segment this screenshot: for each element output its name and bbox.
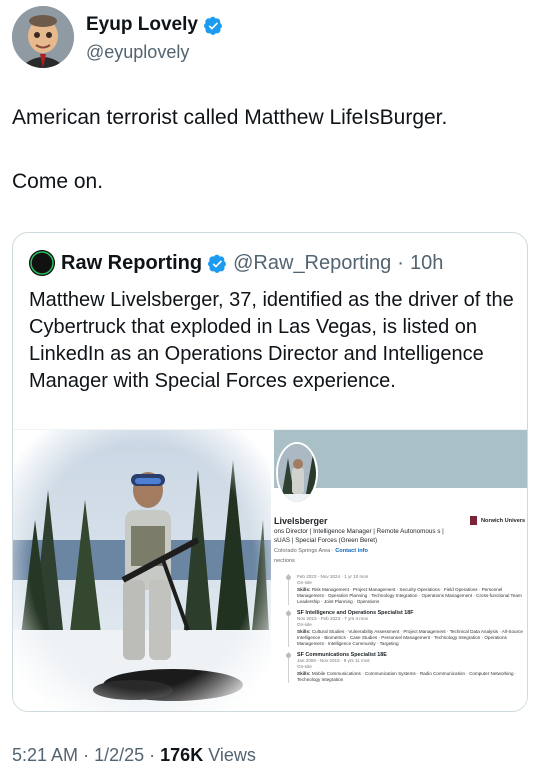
soldier-photo[interactable] [13,430,271,711]
timeline-dot [286,575,291,580]
linkedin-experience-list: Feb 2023 - Nov 2024 · 1 yr 10 mos On-sit… [286,574,526,688]
footer-separator: · [149,745,156,765]
quoted-author-handle[interactable]: @Raw_Reporting [233,252,391,275]
experience-worktype: On-site [297,664,312,669]
quoted-tweet[interactable]: Raw Reporting @Raw_Reporting · 10h Matth… [12,232,528,712]
timeline-dot [286,653,291,658]
experience-worktype: On-site [297,622,312,627]
linkedin-location-text: Colorado Springs Area · [274,548,334,554]
quoted-timestamp[interactable]: 10h [410,252,443,275]
experience-skills: Skills: Risk Management · Project Manage… [297,587,522,604]
experience-entry: SF Communications Specialist 18E Jan 200… [286,652,526,683]
quoted-media[interactable]: Livelsberger Norwich Univers ons Directo… [13,429,527,711]
footer-separator: · [83,745,90,765]
linkedin-connections: nections [274,558,295,564]
views-label: Views [208,745,256,765]
university-shield-icon [470,516,477,525]
linkedin-contact-info-link[interactable]: Contact info [335,548,368,554]
tweet-footer: 5:21 AM · 1/2/25 · 176K Views [12,745,256,766]
experience-entry: SF Intelligence and Operations Specialis… [286,610,526,647]
quoted-separator: · [397,251,404,274]
tweet-time[interactable]: 5:21 AM [12,745,78,765]
linkedin-location: Colorado Springs Area · Contact info [274,548,368,554]
experience-skills: Skills: Cultural Studies · Vulnerability… [297,629,523,646]
tweet-text: American terrorist called Matthew LifeIs… [12,104,528,232]
views-count[interactable]: 176K [160,745,203,765]
quoted-tweet-text: Matthew Livelsberger, 37, identified as … [29,289,514,392]
soldier-photo-image [13,430,271,711]
author-avatar[interactable] [12,6,74,68]
quoted-tweet-header: Raw Reporting @Raw_Reporting · 10h [29,249,443,277]
quoted-author-name[interactable]: Raw Reporting [61,252,202,275]
verified-badge-icon [203,16,222,35]
experience-entry: Feb 2023 - Nov 2024 · 1 yr 10 mos On-sit… [286,574,526,605]
raw-reporting-logo-icon [29,250,55,276]
timeline-dot [286,611,291,616]
linkedin-avatar [276,442,318,504]
linkedin-school: Norwich Univers [470,516,525,525]
tweet-date[interactable]: 1/2/25 [94,745,144,765]
author-display-name[interactable]: Eyup Lovely [86,14,198,36]
experience-skills: Skills: Mobile Communications · Communic… [297,671,517,682]
tweet-line-2: Come on. [12,170,104,193]
linkedin-name: Livelsberger [274,516,328,526]
quoted-verified-badge-icon [208,254,227,273]
tweet-header: Eyup Lovely @eyuplovely [12,6,528,70]
linkedin-profile-screenshot[interactable]: Livelsberger Norwich Univers ons Directo… [274,430,527,711]
avatar-image [12,6,74,68]
linkedin-headline: ons Director | Intelligence Manager | Re… [274,528,444,544]
author-handle[interactable]: @eyuplovely [86,42,189,63]
tweet-line-1: American terrorist called Matthew LifeIs… [12,106,448,129]
quoted-author-avatar[interactable] [29,250,55,276]
linkedin-school-name: Norwich Univers [481,517,526,524]
experience-worktype: On-site [297,580,312,585]
